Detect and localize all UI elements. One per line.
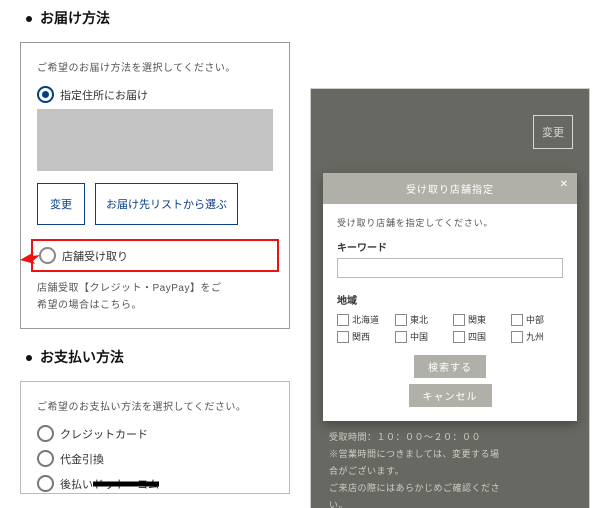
radio-unchecked-icon [37,450,54,467]
radio-label: 店舗受け取り [62,248,128,264]
radio-checked-icon [37,86,54,103]
radio-unchecked-icon [39,247,56,264]
radio-store-pickup[interactable]: 店舗受け取り [39,247,271,264]
change-address-button[interactable]: 変更 [37,183,85,225]
region-label: 関西 [352,330,370,343]
region-label: 地域 [337,292,563,307]
back-change-button[interactable]: 変更 [533,115,573,149]
radio-deferred-payment[interactable]: 後払いドット・コム [37,475,273,492]
close-icon[interactable]: ✕ [560,179,569,190]
address-preview-box [37,109,273,171]
region-label: 中国 [410,330,428,343]
checkbox-icon [453,331,465,343]
modal-title-bar: 受け取り店舗指定 ✕ [323,173,577,204]
region-checkbox-中部[interactable]: 中部 [511,313,563,326]
checkbox-icon [395,314,407,326]
radio-label: 代金引換 [60,451,104,467]
store-pickup-note: 店舗受取【クレジット・PayPay】をご 希望の場合はこちら。 [37,280,273,314]
pickup-store-modal: 受け取り店舗指定 ✕ 受け取り店舗を指定してください。 キーワード 地域 北海道… [323,173,577,421]
keyword-input[interactable] [337,258,563,278]
pick-from-address-list-button[interactable]: お届け先リストから選ぶ [95,183,238,225]
cancel-button[interactable]: キャンセル [409,384,492,407]
background-store-hours-text: 受取時間：１０：００〜２０：００ ※営業時間につきましては、変更する場 合がござ… [329,429,571,508]
delivery-instruction: ご希望のお届け方法を選択してください。 [37,59,273,74]
region-checkbox-東北[interactable]: 東北 [395,313,447,326]
payment-instruction: ご希望のお支払い方法を選択してください。 [37,398,273,413]
checkbox-icon [395,331,407,343]
region-checkbox-中国[interactable]: 中国 [395,330,447,343]
checkbox-icon [453,314,465,326]
checkbox-icon [511,331,523,343]
store-pickup-highlight: 店舗受け取り [31,239,279,272]
region-checkbox-九州[interactable]: 九州 [511,330,563,343]
region-label: 九州 [526,330,544,343]
radio-deliver-to-address[interactable]: 指定住所にお届け [37,86,273,103]
region-label: 関東 [468,313,486,326]
checkbox-icon [511,314,523,326]
region-label: 四国 [468,330,486,343]
region-label: 北海道 [352,313,379,326]
radio-unchecked-icon [37,425,54,442]
radio-unchecked-icon [37,475,54,492]
region-checkbox-関西[interactable]: 関西 [337,330,389,343]
search-button[interactable]: 検索する [414,355,486,378]
region-checkbox-四国[interactable]: 四国 [453,330,505,343]
radio-cash-on-delivery[interactable]: 代金引換 [37,450,273,467]
region-checkbox-関東[interactable]: 関東 [453,313,505,326]
region-checkbox-北海道[interactable]: 北海道 [337,313,389,326]
payment-panel: ご希望のお支払い方法を選択してください。 クレジットカード 代金引換 後払いドッ… [20,381,290,494]
keyword-label: キーワード [337,239,563,254]
region-label: 中部 [526,313,544,326]
section-title-payment: お支払い方法 [26,347,290,367]
delivery-panel: ご希望のお届け方法を選択してください。 指定住所にお届け 変更 お届け先リストか… [20,42,290,329]
radio-label: クレジットカード [60,426,148,442]
modal-title: 受け取り店舗指定 [406,185,494,196]
section-title-delivery: お届け方法 [26,8,290,28]
region-label: 東北 [410,313,428,326]
checkbox-icon [337,331,349,343]
checkbox-icon [337,314,349,326]
modal-instruction: 受け取り店舗を指定してください。 [337,216,563,229]
radio-credit-card[interactable]: クレジットカード [37,425,273,442]
mobile-modal-backdrop: 変更 受取時間：１０：００〜２０：００ ※営業時間につきましては、変更する場 合… [310,88,590,508]
radio-label: 後払いドット・コム [60,476,159,492]
radio-label: 指定住所にお届け [60,87,148,103]
